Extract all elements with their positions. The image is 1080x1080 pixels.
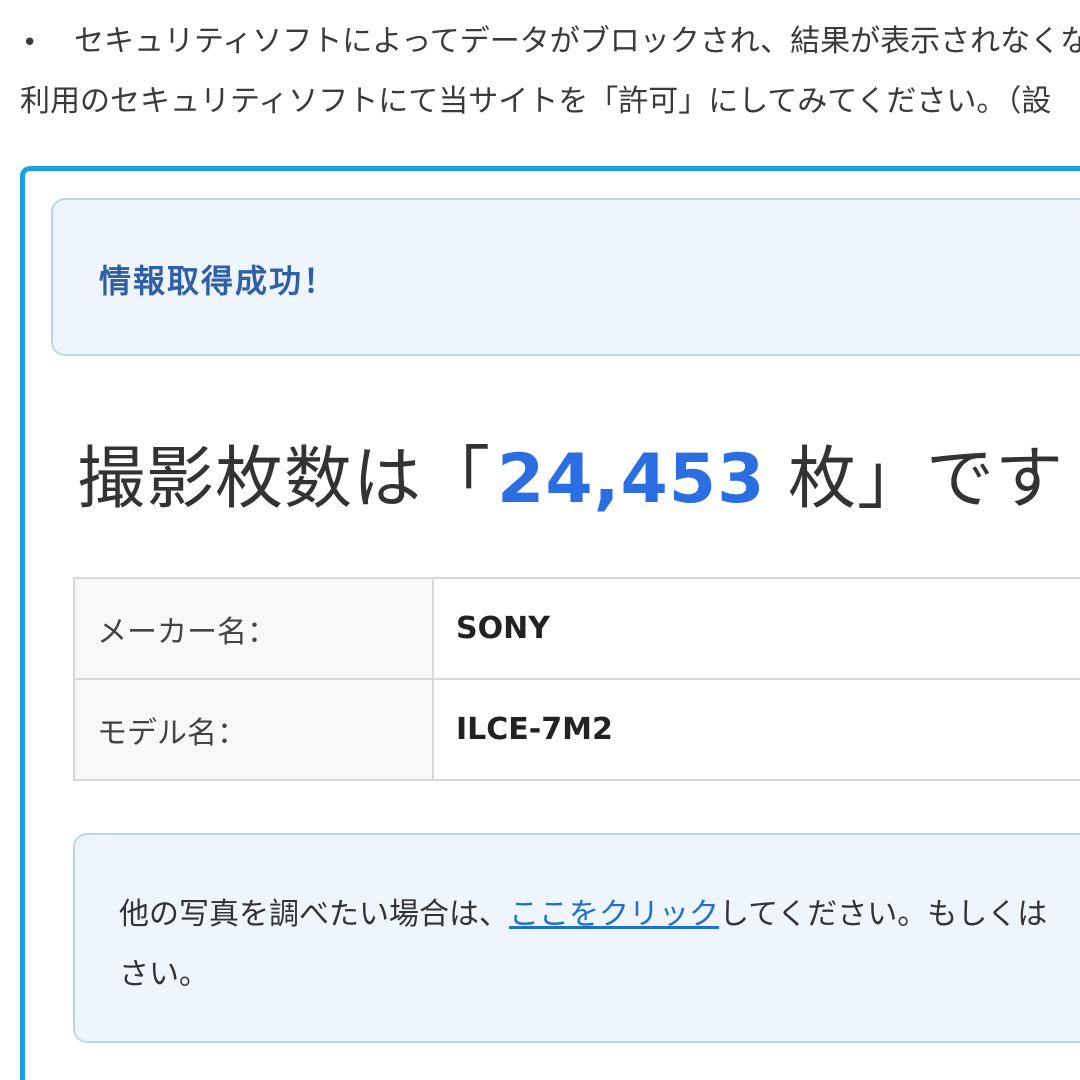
retry-info-line-2: さい。: [119, 957, 209, 992]
bullet-icon: •: [22, 28, 38, 58]
model-label: モデル名：: [73, 678, 434, 781]
page: • セキュリティソフトによってデータがブロックされ、結果が表示されなくな 利用のセ…: [0, 0, 1080, 1080]
notice-line-1-text: セキュリティソフトによってデータがブロックされ、結果が表示されなくな: [74, 24, 1080, 59]
shot-count-suffix: 」です: [857, 440, 1065, 519]
success-alert: 情報取得成功！: [51, 198, 1080, 356]
notice-line-1: • セキュリティソフトによってデータがブロックされ、結果が表示されなくな: [22, 16, 1080, 60]
retry-info-line-1: 他の写真を調べたい場合は、ここをクリックしてください。もしくは: [119, 889, 1047, 933]
success-message: 情報取得成功！: [99, 262, 338, 300]
maker-value: SONY: [432, 577, 1080, 680]
model-value: ILCE-7M2: [432, 678, 1080, 781]
retry-info-text-before: 他の写真を調べたい場合は、: [119, 897, 509, 932]
table-row: メーカー名： SONY: [73, 577, 1080, 680]
shot-count-prefix: 撮影枚数は「: [77, 440, 492, 519]
result-card: 情報取得成功！ 撮影枚数は「24,453 枚」です メーカー名： SONY モデ…: [20, 166, 1080, 1080]
camera-info-table: メーカー名： SONY モデル名： ILCE-7M2: [73, 577, 1080, 781]
maker-label: メーカー名：: [73, 577, 434, 680]
retry-info-text-after: してください。もしくは: [719, 897, 1048, 932]
shot-count-number: 24,453: [497, 440, 766, 519]
table-row: モデル名： ILCE-7M2: [73, 678, 1080, 781]
retry-info-alert: 他の写真を調べたい場合は、ここをクリックしてください。もしくは さい。: [73, 833, 1080, 1043]
notice-line-2: 利用のセキュリティソフトにて当サイトを「許可」にしてみてください。（設: [20, 84, 1052, 119]
shot-count-unit: 枚: [765, 440, 858, 519]
click-here-link[interactable]: ここをクリック: [509, 897, 719, 932]
shot-count-heading: 撮影枚数は「24,453 枚」です: [77, 423, 1064, 522]
